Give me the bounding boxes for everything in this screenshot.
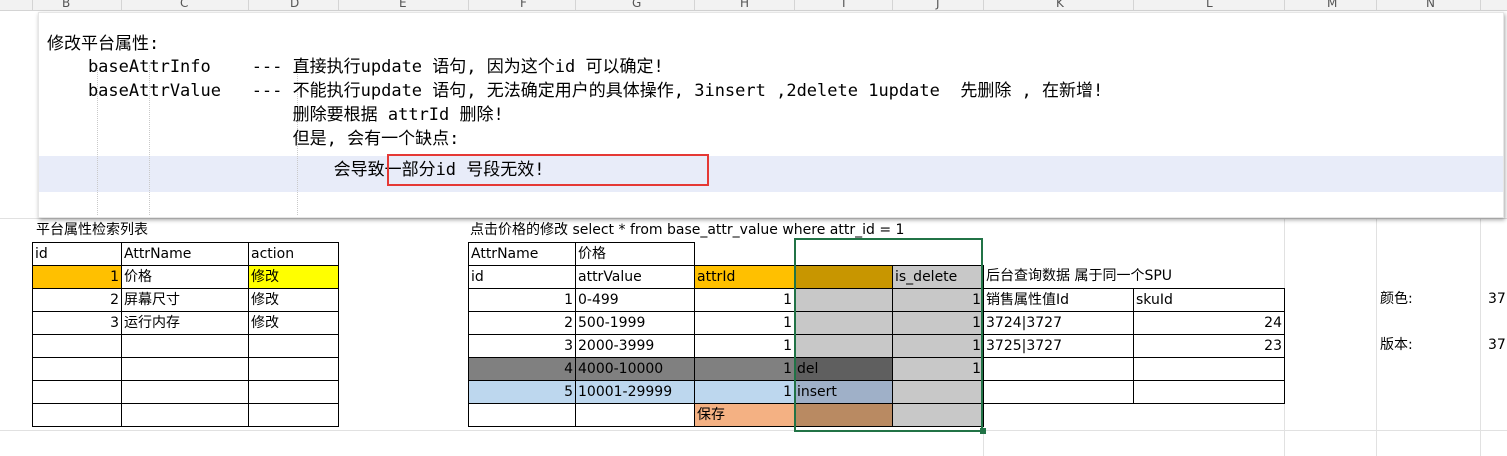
- mid-attrname-label[interactable]: AttrName: [468, 242, 576, 266]
- color-value[interactable]: 37: [1486, 288, 1507, 312]
- mid-row4-attrid[interactable]: 1: [694, 357, 795, 381]
- note-line-attrvalue: baseAttrValue --- 不能执行update 语句, 无法确定用户的…: [47, 81, 1104, 101]
- mid-row1-value[interactable]: 0-499: [575, 288, 695, 312]
- right-table-title: 后台查询数据 属于同一个SPU: [986, 268, 1173, 284]
- left-row1-id[interactable]: 1: [32, 265, 122, 289]
- mid-row3-value[interactable]: 2000-3999: [575, 334, 695, 358]
- version-value[interactable]: 37: [1486, 334, 1507, 358]
- mid-header-attrvalue[interactable]: attrValue: [575, 265, 695, 289]
- left-empty-cell[interactable]: [121, 334, 249, 358]
- mid-header-attrid[interactable]: attrId: [694, 265, 795, 289]
- column-header-bar[interactable]: [0, 0, 1507, 11]
- left-empty-cell[interactable]: [121, 357, 249, 381]
- left-empty-cell[interactable]: [248, 403, 339, 427]
- mid-row2-value[interactable]: 500-1999: [575, 311, 695, 335]
- left-empty-cell[interactable]: [32, 334, 122, 358]
- warning-highlight-box: [387, 154, 709, 186]
- color-label[interactable]: 颜色:: [1378, 288, 1415, 312]
- right-header-skuid[interactable]: skuId: [1133, 288, 1285, 312]
- mid-row5-value[interactable]: 10001-29999: [575, 380, 695, 404]
- right-empty-cell[interactable]: [1133, 380, 1285, 404]
- mid-row4-value[interactable]: 4000-10000: [575, 357, 695, 381]
- right-row1-ids[interactable]: 3724|3727: [983, 311, 1134, 335]
- left-row3-action[interactable]: 修改: [248, 311, 339, 335]
- left-empty-cell[interactable]: [121, 380, 249, 404]
- fill-handle[interactable]: [980, 428, 986, 434]
- right-row2-ids[interactable]: 3725|3727: [983, 334, 1134, 358]
- left-row3-name[interactable]: 运行内存: [121, 311, 249, 335]
- mid-row1-id[interactable]: 1: [468, 288, 576, 312]
- note-line-but: 但是, 会有一个缺点:: [47, 129, 460, 149]
- left-empty-cell[interactable]: [121, 403, 249, 427]
- mid-empty-cell[interactable]: [575, 403, 695, 427]
- left-row2-name[interactable]: 屏幕尺寸: [121, 288, 249, 312]
- right-empty-cell[interactable]: [983, 380, 1134, 404]
- left-empty-cell[interactable]: [248, 357, 339, 381]
- mid-row2-attrid[interactable]: 1: [694, 311, 795, 335]
- mid-row1-attrid[interactable]: 1: [694, 288, 795, 312]
- mid-header-id[interactable]: id: [468, 265, 576, 289]
- left-row1-name[interactable]: 价格: [121, 265, 249, 289]
- left-row2-action[interactable]: 修改: [248, 288, 339, 312]
- right-empty-cell[interactable]: [983, 357, 1134, 381]
- left-row3-id[interactable]: 3: [32, 311, 122, 335]
- left-header-attrname[interactable]: AttrName: [121, 242, 249, 266]
- left-empty-cell[interactable]: [248, 334, 339, 358]
- save-button[interactable]: 保存: [694, 403, 795, 427]
- note-line-delete: 删除要根据 attrId 删除!: [47, 105, 504, 125]
- right-header-ids[interactable]: 销售属性值Id: [983, 288, 1134, 312]
- left-row2-id[interactable]: 2: [32, 288, 122, 312]
- left-header-action[interactable]: action: [248, 242, 339, 266]
- mid-row4-id[interactable]: 4: [468, 357, 576, 381]
- mid-empty-cell[interactable]: [468, 403, 576, 427]
- right-row2-sku[interactable]: 23: [1133, 334, 1285, 358]
- mid-row2-id[interactable]: 2: [468, 311, 576, 335]
- mid-row5-attrid[interactable]: 1: [694, 380, 795, 404]
- left-empty-cell[interactable]: [248, 380, 339, 404]
- mid-row3-id[interactable]: 3: [468, 334, 576, 358]
- version-label[interactable]: 版本:: [1378, 334, 1415, 358]
- right-empty-cell[interactable]: [1133, 357, 1285, 381]
- mid-row5-id[interactable]: 5: [468, 380, 576, 404]
- left-empty-cell[interactable]: [32, 380, 122, 404]
- note-line-attrinfo: baseAttrInfo --- 直接执行update 语句, 因为这个id 可…: [47, 57, 664, 77]
- left-row1-action[interactable]: 修改: [248, 265, 339, 289]
- left-table-title: 平台属性检索列表: [36, 222, 148, 238]
- text-note-box[interactable]: 修改平台属性: baseAttrInfo --- 直接执行update 语句, …: [38, 12, 1504, 218]
- mid-row3-attrid[interactable]: 1: [694, 334, 795, 358]
- cell-selection-border: [794, 238, 983, 432]
- note-line-title: 修改平台属性:: [47, 34, 160, 54]
- right-row1-sku[interactable]: 24: [1133, 311, 1285, 335]
- left-empty-cell[interactable]: [32, 357, 122, 381]
- mid-attrname-value[interactable]: 价格: [575, 242, 695, 266]
- left-empty-cell[interactable]: [32, 403, 122, 427]
- left-header-id[interactable]: id: [32, 242, 122, 266]
